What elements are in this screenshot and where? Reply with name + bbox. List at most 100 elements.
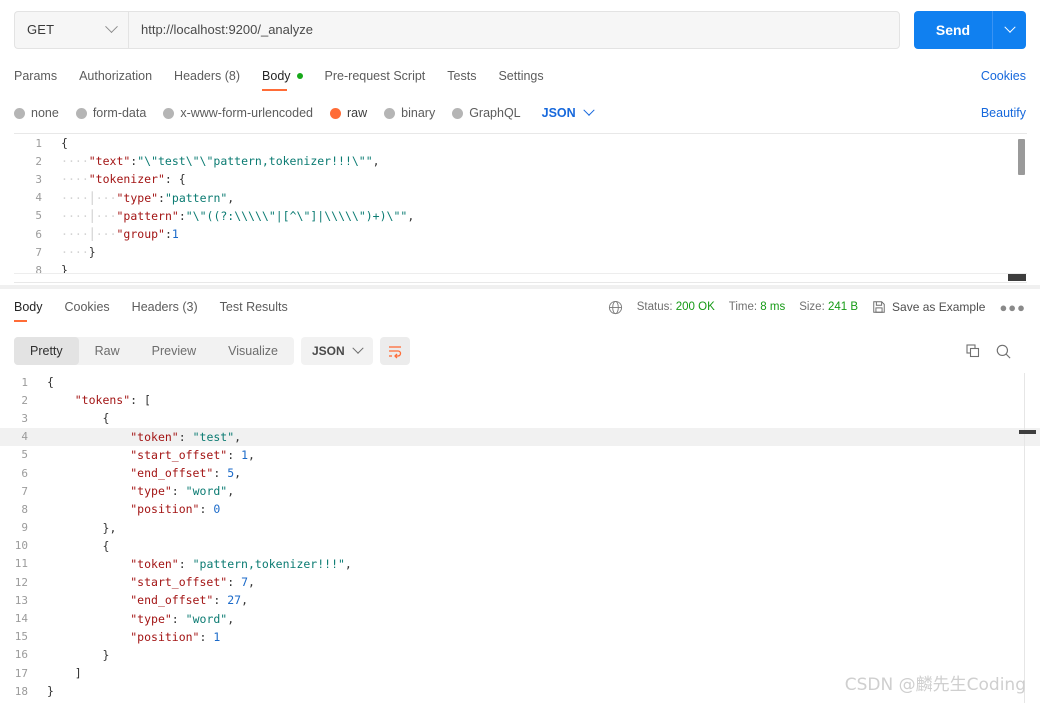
tab-label: Tests xyxy=(447,69,477,83)
radio-label: binary xyxy=(401,106,436,120)
response-body-editor[interactable]: 1{2 "tokens": [3 {4 "token": "test", 5 "s… xyxy=(0,373,1040,709)
response-tab-test-results[interactable]: Test Results xyxy=(220,290,288,324)
tab-authorization[interactable]: Authorization xyxy=(79,59,152,93)
code-line: 14 "type": "word", xyxy=(0,609,1040,627)
code-line: 5 "start_offset": 1, xyxy=(0,446,1040,464)
tab-pre-request-script[interactable]: Pre-request Script xyxy=(325,59,426,93)
beautify-link[interactable]: Beautify xyxy=(981,106,1026,120)
view-preview[interactable]: Preview xyxy=(136,337,212,365)
code-line: 6 "end_offset": 5, xyxy=(0,464,1040,482)
size-badge: Size: 241 B xyxy=(799,301,858,313)
code-line: 2 ····"text":"\"test\"\"pattern,tokenizer… xyxy=(14,152,1027,170)
tab-label: Params xyxy=(14,69,58,83)
tab-headers[interactable]: Headers (8) xyxy=(174,59,240,93)
more-options-icon[interactable]: ●●● xyxy=(999,300,1026,315)
body-type-graphql[interactable]: GraphQL xyxy=(452,106,521,120)
radio-label: GraphQL xyxy=(469,106,521,120)
save-as-example-label: Save as Example xyxy=(892,300,986,314)
line-number: 13 xyxy=(14,593,28,607)
save-as-example-button[interactable]: Save as Example xyxy=(872,300,985,314)
line-number: 18 xyxy=(14,684,28,698)
tab-label: Cookies xyxy=(64,300,110,314)
response-editor-separator xyxy=(1024,373,1025,703)
line-number: 1 xyxy=(35,136,42,150)
status-label: Status: xyxy=(636,301,673,313)
tab-settings[interactable]: Settings xyxy=(498,59,543,93)
line-content: "token": "test", xyxy=(130,429,242,444)
body-type-raw[interactable]: raw xyxy=(330,106,367,120)
request-url-input[interactable]: http://localhost:9200/_analyze xyxy=(128,10,900,49)
code-line: 1{ xyxy=(0,373,1040,391)
body-type-binary[interactable]: binary xyxy=(384,106,435,120)
code-line: 4 ····│···"type":"pattern", xyxy=(14,189,1027,207)
line-content: "type": "word", xyxy=(130,484,235,499)
response-meta-bar: Status: 200 OK Time: 8 ms Size: 241 B Sa… xyxy=(608,292,1026,322)
body-type-urlencoded[interactable]: x-www-form-urlencoded xyxy=(163,106,313,120)
chevron-down-icon xyxy=(351,342,364,354)
body-format-select[interactable]: JSON xyxy=(541,104,595,120)
tab-label: Headers (8) xyxy=(174,69,241,83)
size-value: 241 B xyxy=(827,301,859,313)
size-label: Size: xyxy=(799,301,825,313)
cookies-link[interactable]: Cookies xyxy=(981,69,1026,83)
time-badge: Time: 8 ms xyxy=(729,301,785,313)
body-modified-dot-icon xyxy=(296,73,303,79)
tab-label: Test Results xyxy=(219,300,288,314)
radio-icon xyxy=(75,107,87,119)
tab-body[interactable]: Body xyxy=(262,59,303,93)
line-content: "token": "pattern,tokenizer!!!", xyxy=(130,556,352,571)
watermark: CSDN @麟先生Coding xyxy=(844,675,1026,695)
scrollbar-thumb[interactable] xyxy=(1008,274,1026,281)
view-pretty[interactable]: Pretty xyxy=(14,337,79,365)
request-editor-vertical-scrollbar[interactable] xyxy=(1018,136,1026,282)
radio-label: raw xyxy=(347,106,368,120)
body-format-label: JSON xyxy=(541,106,576,120)
body-type-form-data[interactable]: form-data xyxy=(75,106,146,120)
radio-icon xyxy=(384,107,396,119)
response-tab-headers[interactable]: Headers (3) xyxy=(132,290,198,324)
request-editor-horizontal-scrollbar[interactable] xyxy=(14,273,1027,282)
line-number: 1 xyxy=(21,375,28,389)
view-raw[interactable]: Raw xyxy=(79,337,136,365)
tab-label: Pre-request Script xyxy=(324,69,426,83)
body-type-none[interactable]: none xyxy=(14,106,59,120)
view-label: Raw xyxy=(94,344,120,358)
tab-tests[interactable]: Tests xyxy=(447,59,476,93)
http-method-select[interactable]: GET xyxy=(14,10,128,49)
code-line: 1{ xyxy=(14,134,1027,152)
response-tab-cookies[interactable]: Cookies xyxy=(65,290,110,324)
request-body-editor[interactable]: 1{2 ····"text":"\"test\"\"pattern,tokeniz… xyxy=(14,133,1027,283)
code-line: 4 "token": "test", xyxy=(0,427,1040,446)
line-number: 5 xyxy=(21,448,28,462)
line-number: 15 xyxy=(14,630,28,644)
view-visualize[interactable]: Visualize xyxy=(212,337,294,365)
line-number: 14 xyxy=(14,612,28,626)
line-content: ····│···"pattern":"\"((?:\\\\\"|[^\"]|\\… xyxy=(61,208,415,223)
globe-icon[interactable] xyxy=(608,300,623,315)
send-options-button[interactable] xyxy=(992,10,1026,49)
tab-params[interactable]: Params xyxy=(14,59,57,93)
scrollbar-thumb[interactable] xyxy=(1018,139,1025,175)
line-content: "end_offset": 27, xyxy=(130,593,249,608)
response-scroll-marker[interactable] xyxy=(1019,430,1036,434)
line-content: "start_offset": 7, xyxy=(130,575,255,590)
response-format-select[interactable]: JSON xyxy=(300,337,373,365)
request-tab-bar: Params Authorization Headers (8) Body Pr… xyxy=(0,59,1040,93)
copy-icon[interactable] xyxy=(965,343,981,359)
view-label: Visualize xyxy=(228,344,278,358)
line-number: 6 xyxy=(35,227,42,241)
code-line: 3 { xyxy=(0,409,1040,427)
send-button[interactable]: Send xyxy=(914,10,992,49)
send-button-group: Send xyxy=(914,10,1026,49)
line-content: ····} xyxy=(61,245,96,260)
search-icon[interactable] xyxy=(995,343,1012,360)
wrap-lines-button[interactable] xyxy=(379,337,410,365)
radio-icon xyxy=(163,107,175,119)
line-number: 2 xyxy=(35,154,42,168)
line-number: 3 xyxy=(21,411,28,425)
line-number: 10 xyxy=(14,539,28,553)
line-content: { xyxy=(102,411,110,426)
response-tab-body[interactable]: Body xyxy=(14,290,43,324)
line-number: 8 xyxy=(21,502,28,516)
panel-divider[interactable] xyxy=(0,285,1040,289)
